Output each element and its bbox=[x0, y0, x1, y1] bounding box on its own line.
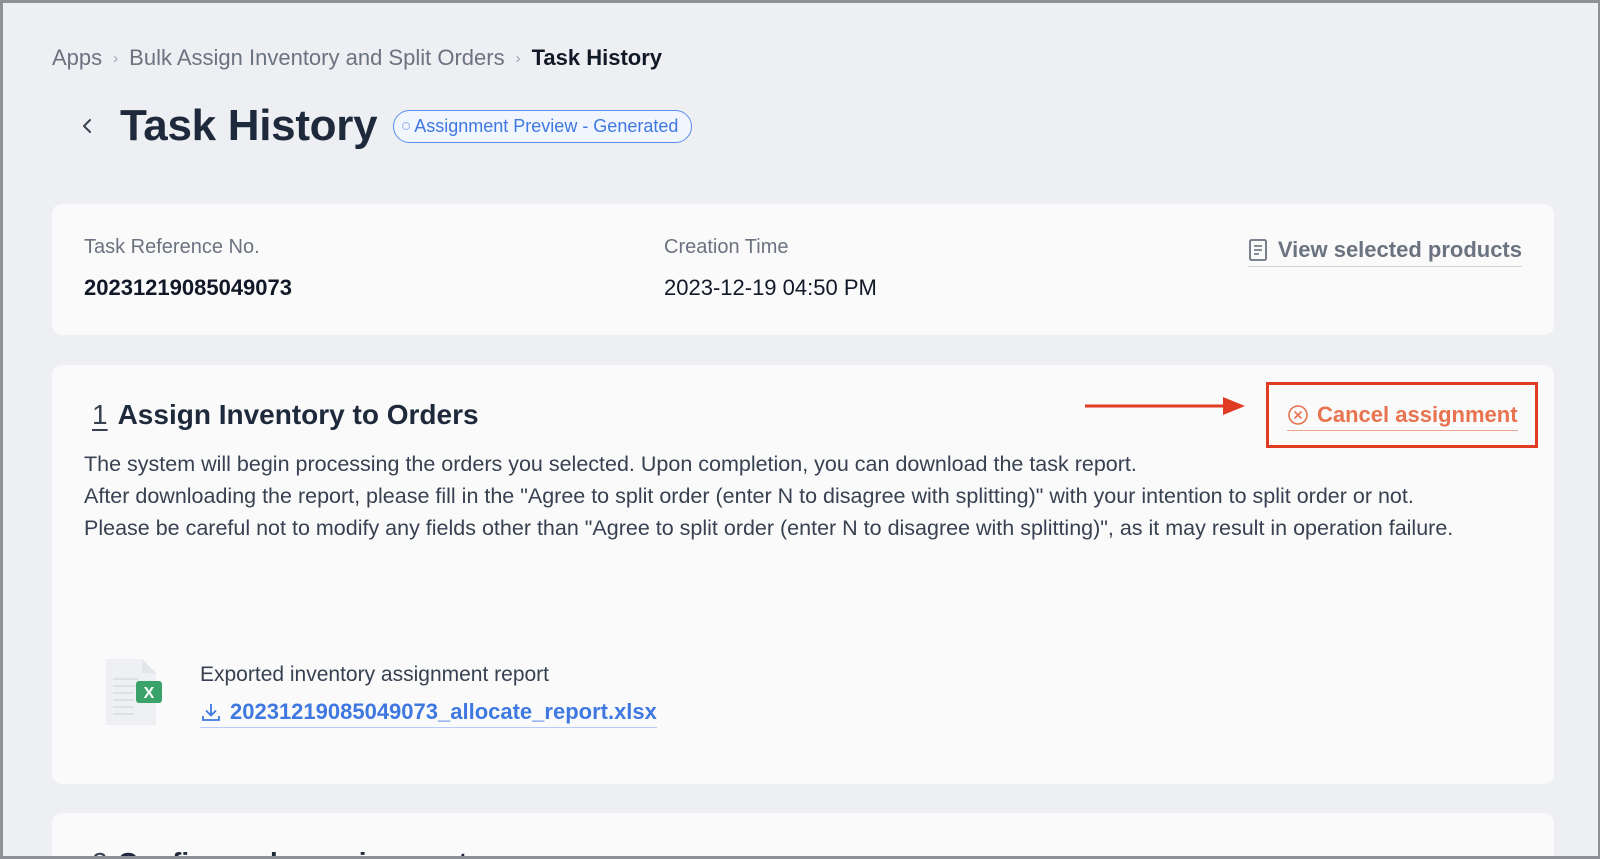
status-dot-icon bbox=[402, 122, 411, 130]
description-line: After downloading the report, please fil… bbox=[84, 484, 1414, 508]
creation-time-label: Creation Time bbox=[664, 236, 789, 258]
task-info-card: Task Reference No. 20231219085049073 Cre… bbox=[52, 204, 1554, 335]
download-icon bbox=[202, 704, 220, 721]
chevron-left-icon bbox=[83, 119, 91, 133]
creation-time-value: 2023-12-19 04:50 PM bbox=[664, 275, 877, 300]
breadcrumb: Apps › Bulk Assign Inventory and Split O… bbox=[52, 45, 662, 71]
app-window: Apps › Bulk Assign Inventory and Split O… bbox=[0, 0, 1600, 859]
page-title: Task History bbox=[120, 101, 378, 150]
step-number: 1 bbox=[92, 399, 108, 430]
breadcrumb-apps[interactable]: Apps bbox=[52, 45, 102, 71]
back-button[interactable] bbox=[79, 111, 95, 141]
circle-x-icon bbox=[1288, 405, 1308, 425]
page-header: Task History Assignment Preview - Genera… bbox=[79, 101, 693, 151]
step-title: Confirm order assignment bbox=[118, 847, 468, 856]
step-2-heading: 2 Confirm order assignment bbox=[92, 847, 468, 856]
task-ref-label: Task Reference No. bbox=[84, 236, 260, 258]
status-badge: Assignment Preview - Generated bbox=[393, 109, 693, 143]
annotation-highlight-box: Cancel assignment bbox=[1266, 382, 1538, 448]
report-file-label: Exported inventory assignment report bbox=[200, 663, 550, 686]
step-title: Assign Inventory to Orders bbox=[117, 399, 479, 430]
document-list-icon bbox=[1248, 239, 1267, 261]
annotation-arrow-icon bbox=[1085, 397, 1245, 415]
cancel-assignment-label: Cancel assignment bbox=[1317, 402, 1518, 427]
breadcrumb-separator-icon: › bbox=[113, 49, 119, 67]
breadcrumb-separator-icon: › bbox=[515, 49, 521, 67]
description-line: Please be careful not to modify any fiel… bbox=[84, 516, 1454, 540]
breadcrumb-bulk-assign[interactable]: Bulk Assign Inventory and Split Orders bbox=[129, 45, 504, 71]
step-1-heading: 1 Assign Inventory to Orders bbox=[92, 399, 479, 431]
report-file-info: Exported inventory assignment report 202… bbox=[200, 657, 657, 728]
breadcrumb-current: Task History bbox=[531, 45, 662, 70]
report-file-row: X Exported inventory assignment report 2… bbox=[102, 657, 657, 728]
step-description: The system will begin processing the ord… bbox=[84, 448, 1524, 544]
download-report-link[interactable]: 20231219085049073_allocate_report.xlsx bbox=[200, 699, 657, 728]
task-ref-value: 20231219085049073 bbox=[84, 275, 293, 300]
status-badge-label: Assignment Preview - Generated bbox=[414, 115, 679, 136]
view-selected-products-label: View selected products bbox=[1277, 237, 1522, 262]
excel-file-icon: X bbox=[106, 659, 162, 725]
view-selected-products-link[interactable]: View selected products bbox=[1247, 237, 1522, 267]
svg-text:X: X bbox=[144, 685, 155, 702]
step-confirm-assignment-card: 2 Confirm order assignment bbox=[52, 813, 1554, 856]
report-file-name: 20231219085049073_allocate_report.xlsx bbox=[230, 699, 657, 724]
step-number: 2 bbox=[92, 847, 108, 856]
description-line: The system will begin processing the ord… bbox=[84, 452, 1137, 476]
step-assign-inventory-card: 1 Assign Inventory to Orders Cancel assi… bbox=[52, 365, 1554, 784]
cancel-assignment-button[interactable]: Cancel assignment bbox=[1287, 402, 1518, 431]
